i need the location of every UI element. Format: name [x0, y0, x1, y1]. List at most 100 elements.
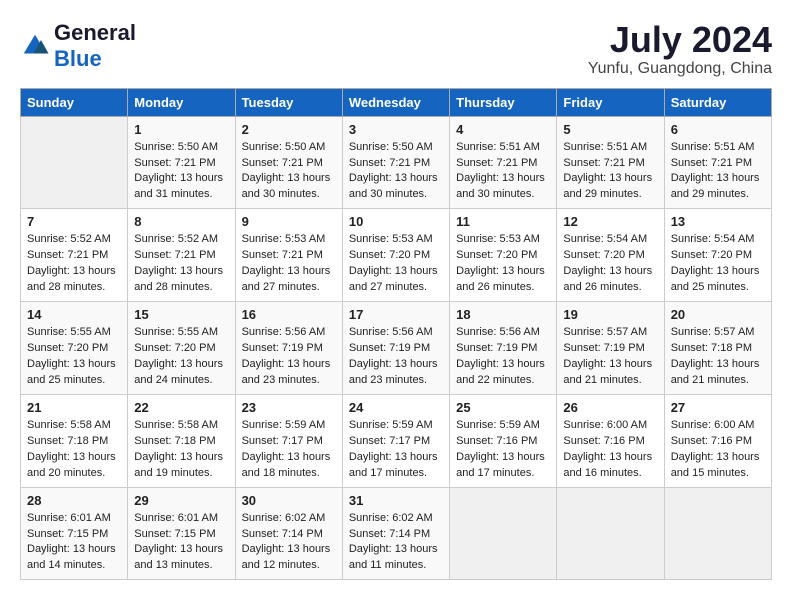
day-number: 25 [456, 400, 550, 415]
calendar-cell: 28 Sunrise: 6:01 AMSunset: 7:15 PMDayligh… [21, 487, 128, 580]
day-content: Sunrise: 5:50 AMSunset: 7:21 PMDaylight:… [349, 140, 443, 204]
day-number: 9 [242, 214, 336, 229]
calendar-cell: 18 Sunrise: 5:56 AMSunset: 7:19 PMDayligh… [450, 302, 557, 395]
calendar-cell: 15 Sunrise: 5:55 AMSunset: 7:20 PMDayligh… [128, 302, 235, 395]
calendar-cell: 16 Sunrise: 5:56 AMSunset: 7:19 PMDayligh… [235, 302, 342, 395]
day-content: Sunrise: 5:57 AMSunset: 7:18 PMDaylight:… [671, 325, 765, 389]
day-content: Sunrise: 5:59 AMSunset: 7:17 PMDaylight:… [242, 418, 336, 482]
calendar-cell: 9 Sunrise: 5:53 AMSunset: 7:21 PMDaylight… [235, 209, 342, 302]
day-content: Sunrise: 6:02 AMSunset: 7:14 PMDaylight:… [349, 511, 443, 575]
calendar-header-row: SundayMondayTuesdayWednesdayThursdayFrid… [21, 88, 772, 116]
calendar-cell: 31 Sunrise: 6:02 AMSunset: 7:14 PMDayligh… [342, 487, 449, 580]
day-number: 23 [242, 400, 336, 415]
day-content: Sunrise: 5:54 AMSunset: 7:20 PMDaylight:… [671, 232, 765, 296]
day-number: 28 [27, 493, 121, 508]
day-header-sunday: Sunday [21, 88, 128, 116]
month-year-title: July 2024 [588, 20, 772, 60]
day-number: 2 [242, 122, 336, 137]
day-number: 6 [671, 122, 765, 137]
day-content: Sunrise: 5:52 AMSunset: 7:21 PMDaylight:… [27, 232, 121, 296]
logo: General Blue [20, 20, 136, 72]
day-content: Sunrise: 5:50 AMSunset: 7:21 PMDaylight:… [242, 140, 336, 204]
day-header-monday: Monday [128, 88, 235, 116]
day-number: 3 [349, 122, 443, 137]
calendar-cell: 24Sunrise: 5:59 AMSunset: 7:17 PMDayligh… [342, 394, 449, 487]
calendar-cell: 20 Sunrise: 5:57 AMSunset: 7:18 PMDayligh… [664, 302, 771, 395]
calendar-cell: 23 Sunrise: 5:59 AMSunset: 7:17 PMDayligh… [235, 394, 342, 487]
calendar-cell: 12 Sunrise: 5:54 AMSunset: 7:20 PMDayligh… [557, 209, 664, 302]
calendar-cell: 19 Sunrise: 5:57 AMSunset: 7:19 PMDayligh… [557, 302, 664, 395]
calendar-cell: 14 Sunrise: 5:55 AMSunset: 7:20 PMDayligh… [21, 302, 128, 395]
day-number: 11 [456, 214, 550, 229]
day-content: Sunrise: 5:53 AMSunset: 7:21 PMDaylight:… [242, 232, 336, 296]
day-content: Sunrise: 5:58 AMSunset: 7:18 PMDaylight:… [27, 418, 121, 482]
day-number: 5 [563, 122, 657, 137]
calendar-cell: 22Sunrise: 5:58 AMSunset: 7:18 PMDayligh… [128, 394, 235, 487]
day-number: 24 [349, 400, 443, 415]
calendar-cell [450, 487, 557, 580]
calendar-week-row: 1 Sunrise: 5:50 AMSunset: 7:21 PMDaylight… [21, 116, 772, 209]
day-number: 7 [27, 214, 121, 229]
calendar-cell: 7 Sunrise: 5:52 AMSunset: 7:21 PMDaylight… [21, 209, 128, 302]
calendar-cell [21, 116, 128, 209]
day-header-friday: Friday [557, 88, 664, 116]
day-content: Sunrise: 5:55 AMSunset: 7:20 PMDaylight:… [134, 325, 228, 389]
day-content: Sunrise: 6:00 AMSunset: 7:16 PMDaylight:… [563, 418, 657, 482]
calendar-cell: 2 Sunrise: 5:50 AMSunset: 7:21 PMDaylight… [235, 116, 342, 209]
day-content: Sunrise: 5:51 AMSunset: 7:21 PMDaylight:… [563, 140, 657, 204]
day-content: Sunrise: 5:51 AMSunset: 7:21 PMDaylight:… [456, 140, 550, 204]
day-number: 1 [134, 122, 228, 137]
calendar-cell: 3 Sunrise: 5:50 AMSunset: 7:21 PMDaylight… [342, 116, 449, 209]
page-header: General Blue July 2024 Yunfu, Guangdong,… [20, 20, 772, 78]
calendar-cell: 30Sunrise: 6:02 AMSunset: 7:14 PMDayligh… [235, 487, 342, 580]
calendar-week-row: 21 Sunrise: 5:58 AMSunset: 7:18 PMDayligh… [21, 394, 772, 487]
day-number: 31 [349, 493, 443, 508]
day-header-tuesday: Tuesday [235, 88, 342, 116]
day-content: Sunrise: 5:56 AMSunset: 7:19 PMDaylight:… [242, 325, 336, 389]
day-number: 12 [563, 214, 657, 229]
day-number: 21 [27, 400, 121, 415]
day-content: Sunrise: 5:52 AMSunset: 7:21 PMDaylight:… [134, 232, 228, 296]
day-number: 20 [671, 307, 765, 322]
calendar-cell: 8 Sunrise: 5:52 AMSunset: 7:21 PMDaylight… [128, 209, 235, 302]
calendar-cell: 21 Sunrise: 5:58 AMSunset: 7:18 PMDayligh… [21, 394, 128, 487]
calendar-cell: 1 Sunrise: 5:50 AMSunset: 7:21 PMDaylight… [128, 116, 235, 209]
day-number: 16 [242, 307, 336, 322]
day-content: Sunrise: 5:57 AMSunset: 7:19 PMDaylight:… [563, 325, 657, 389]
calendar-cell: 26Sunrise: 6:00 AMSunset: 7:16 PMDayligh… [557, 394, 664, 487]
calendar-cell: 6 Sunrise: 5:51 AMSunset: 7:21 PMDaylight… [664, 116, 771, 209]
day-content: Sunrise: 5:53 AMSunset: 7:20 PMDaylight:… [456, 232, 550, 296]
calendar-cell: 4 Sunrise: 5:51 AMSunset: 7:21 PMDaylight… [450, 116, 557, 209]
location-subtitle: Yunfu, Guangdong, China [588, 60, 772, 78]
day-number: 8 [134, 214, 228, 229]
title-block: July 2024 Yunfu, Guangdong, China [588, 20, 772, 78]
day-number: 13 [671, 214, 765, 229]
day-number: 18 [456, 307, 550, 322]
day-number: 15 [134, 307, 228, 322]
day-number: 17 [349, 307, 443, 322]
logo-icon [20, 31, 50, 61]
calendar-cell [664, 487, 771, 580]
day-number: 10 [349, 214, 443, 229]
day-content: Sunrise: 5:54 AMSunset: 7:20 PMDaylight:… [563, 232, 657, 296]
day-number: 22 [134, 400, 228, 415]
day-content: Sunrise: 6:02 AMSunset: 7:14 PMDaylight:… [242, 511, 336, 575]
calendar-week-row: 7 Sunrise: 5:52 AMSunset: 7:21 PMDaylight… [21, 209, 772, 302]
day-content: Sunrise: 5:50 AMSunset: 7:21 PMDaylight:… [134, 140, 228, 204]
day-header-saturday: Saturday [664, 88, 771, 116]
calendar-table: SundayMondayTuesdayWednesdayThursdayFrid… [20, 88, 772, 581]
calendar-cell: 10 Sunrise: 5:53 AMSunset: 7:20 PMDayligh… [342, 209, 449, 302]
day-content: Sunrise: 6:01 AMSunset: 7:15 PMDaylight:… [27, 511, 121, 575]
day-content: Sunrise: 5:53 AMSunset: 7:20 PMDaylight:… [349, 232, 443, 296]
calendar-cell: 11 Sunrise: 5:53 AMSunset: 7:20 PMDayligh… [450, 209, 557, 302]
calendar-week-row: 28 Sunrise: 6:01 AMSunset: 7:15 PMDayligh… [21, 487, 772, 580]
day-content: Sunrise: 5:55 AMSunset: 7:20 PMDaylight:… [27, 325, 121, 389]
day-content: Sunrise: 5:51 AMSunset: 7:21 PMDaylight:… [671, 140, 765, 204]
day-number: 19 [563, 307, 657, 322]
day-header-thursday: Thursday [450, 88, 557, 116]
day-number: 14 [27, 307, 121, 322]
day-content: Sunrise: 5:56 AMSunset: 7:19 PMDaylight:… [456, 325, 550, 389]
day-number: 4 [456, 122, 550, 137]
day-number: 29 [134, 493, 228, 508]
calendar-cell [557, 487, 664, 580]
